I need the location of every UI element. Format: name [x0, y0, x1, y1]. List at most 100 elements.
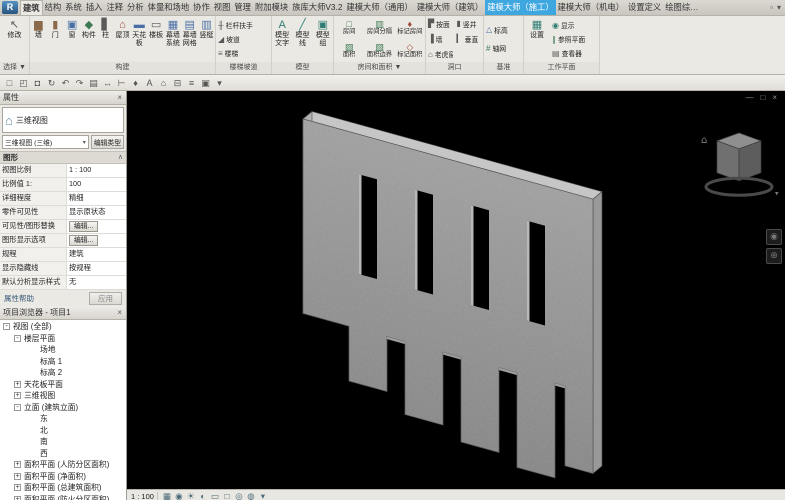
vertical-opening-button[interactable]: ▎ 垂直 [455, 31, 484, 46]
window-opening[interactable] [415, 190, 433, 295]
property-row[interactable]: 零件可见性 显示原状态 [0, 206, 126, 220]
print-icon[interactable]: ▤ [87, 76, 100, 90]
tree-expander-icon[interactable]: + [14, 381, 21, 388]
type-selector[interactable]: ⌂ 三维视图 [2, 107, 124, 133]
ribbon-tab[interactable]: 附加模块 [253, 0, 290, 15]
model-text-button[interactable]: A 模型文字 [272, 16, 292, 62]
crop-view-icon[interactable]: ▭ [209, 491, 221, 500]
property-row[interactable]: 可见性/图形替换 编辑... [0, 220, 126, 234]
tree-node[interactable]: + 天花板平面 [0, 379, 126, 391]
area-boundary-button[interactable]: ▧ 面积边界 [364, 39, 394, 62]
new-file-icon[interactable]: □ [3, 76, 16, 90]
area-button[interactable]: ▨ 面积 [334, 39, 364, 62]
instance-selector[interactable]: 三维视图 (三维) ▾ [2, 135, 89, 149]
floor-button[interactable]: ▭ 楼板 [148, 16, 165, 62]
railing-button[interactable]: ╫ 栏杆扶手 [216, 20, 271, 30]
ribbon-tab[interactable]: 建模大师（机电） [556, 0, 626, 15]
shadows-icon[interactable]: ◐ [197, 491, 209, 500]
show-crop-region-icon[interactable]: □ [221, 491, 233, 500]
save-icon[interactable]: ◘ [31, 76, 44, 90]
mullion-button[interactable]: ▥ 竖梃 [198, 16, 215, 62]
sun-path-icon[interactable]: ☀ [185, 491, 197, 500]
tag-room-button[interactable]: ♦ 标记房间 [395, 16, 425, 39]
panel-label-select[interactable]: 选择 ▼ [0, 62, 29, 74]
tree-node[interactable]: + 三维视图 [0, 390, 126, 402]
room-button[interactable]: □ 房间 [334, 16, 364, 39]
room-separator-button[interactable]: ▥ 房间分隔 [364, 16, 394, 39]
property-value[interactable]: 显示原状态 [67, 206, 126, 219]
tree-node[interactable]: - 立面 (建筑立面) [0, 402, 126, 414]
app-logo[interactable]: R [2, 1, 18, 14]
property-value[interactable]: 按规程 [67, 262, 126, 275]
qat-customize-icon[interactable]: ▾ [213, 76, 226, 90]
property-value[interactable]: 精细 [67, 192, 126, 205]
viewer-button[interactable]: ▤ 查看器 [550, 48, 599, 58]
section-icon[interactable]: ⊟ [171, 76, 184, 90]
viewcube[interactable]: ⌂ ▾ [701, 133, 779, 198]
switch-windows-icon[interactable]: ▣ [199, 76, 212, 90]
property-value[interactable]: 建筑 [67, 248, 126, 261]
measure-icon[interactable]: ↔ [101, 76, 114, 90]
tree-expander-icon[interactable]: - [14, 335, 21, 342]
tree-node[interactable]: 西 [0, 448, 126, 460]
ribbon-tab[interactable]: 系统 [63, 0, 84, 15]
wall-right-end-face[interactable] [593, 189, 602, 476]
ribbon-tab[interactable]: 插入 [84, 0, 105, 15]
pan-icon[interactable]: ⊕ [766, 248, 782, 264]
ribbon-tab[interactable]: 视图 [212, 0, 233, 15]
tag-area-button[interactable]: ◇ 标记面积 [395, 39, 425, 62]
grid-button[interactable]: # 轴网 [484, 43, 523, 53]
property-value[interactable]: 无 [67, 276, 126, 289]
tree-node[interactable]: 东 [0, 413, 126, 425]
navigation-wheel-icon[interactable]: ◉ [766, 229, 782, 245]
reference-plane-button[interactable]: ∥ 参照平面 [550, 34, 599, 44]
text-icon[interactable]: A [143, 76, 156, 90]
wall-3d[interactable] [298, 108, 603, 489]
curtain-system-button[interactable]: ▦ 幕墙系统 [165, 16, 182, 62]
ribbon-tab[interactable]: 分析 [125, 0, 146, 15]
property-value[interactable]: 1 : 100 [67, 164, 126, 177]
panel-label-opening[interactable]: 洞口 [426, 62, 483, 74]
ramp-button[interactable]: ◢ 坡道 [216, 34, 271, 44]
column-button[interactable]: ▋ 柱 [97, 16, 114, 62]
set-work-plane-button[interactable]: ▦ 设置 [524, 16, 550, 62]
curtain-grid-button[interactable]: ▤ 幕墙网格 [181, 16, 198, 62]
tree-expander-icon[interactable]: + [14, 473, 21, 480]
apply-button[interactable]: 应用 [89, 292, 122, 305]
ribbon-tab[interactable]: 管理 [232, 0, 253, 15]
property-value[interactable]: 编辑... [67, 220, 126, 233]
window-opening[interactable] [359, 174, 377, 279]
viewcube-home-icon[interactable]: ⌂ [701, 135, 707, 146]
roof-button[interactable]: ⌂ 屋顶 [114, 16, 131, 62]
thin-lines-icon[interactable]: ≡ [185, 76, 198, 90]
redo-icon[interactable]: ↷ [73, 76, 86, 90]
level-button[interactable]: △ 标高 [484, 25, 523, 35]
properties-header[interactable]: 属性 × [0, 91, 126, 105]
sync-icon[interactable]: ↻ [45, 76, 58, 90]
ribbon-tab[interactable]: 建筑 [20, 0, 43, 15]
stair-button[interactable]: ≡ 楼梯 [216, 48, 271, 58]
edit-type-button[interactable]: 编辑类型 [91, 135, 124, 149]
tree-node[interactable]: - 楼层平面 [0, 333, 126, 345]
view-close-button[interactable]: × [772, 93, 777, 102]
tree-node[interactable]: 南 [0, 436, 126, 448]
tree-expander-icon[interactable]: + [14, 461, 21, 468]
project-browser-header[interactable]: 项目浏览器 - 项目1 × [0, 306, 126, 320]
panel-label-datum[interactable]: 基准 [484, 62, 523, 74]
property-value[interactable]: 编辑... [67, 234, 126, 247]
window-button[interactable]: ▣ 窗 [64, 16, 81, 62]
tree-expander-icon[interactable]: - [14, 404, 21, 411]
window-opening[interactable] [471, 205, 489, 310]
reveal-hidden-elements-icon[interactable]: ◍ [245, 491, 257, 500]
view-restore-button[interactable]: □ [760, 93, 765, 102]
model-group-button[interactable]: ▣ 模型组 [313, 16, 333, 62]
ribbon-tab[interactable]: 体量和场地 [146, 0, 192, 15]
panel-label-circulation[interactable]: 楼梯坡道 [216, 62, 271, 74]
show-work-plane-button[interactable]: ◉ 显示 [550, 20, 599, 30]
dormer-opening-button[interactable]: ⌂ 老虎窗 [426, 47, 455, 62]
properties-help-link[interactable]: 属性帮助 [4, 293, 34, 304]
door-button[interactable]: ▮ 门 [47, 16, 64, 62]
property-row[interactable]: 比例值 1: 100 [0, 178, 126, 192]
aligned-dimension-icon[interactable]: ⊢ [115, 76, 128, 90]
property-row[interactable]: 默认分析显示样式 无 [0, 276, 126, 290]
